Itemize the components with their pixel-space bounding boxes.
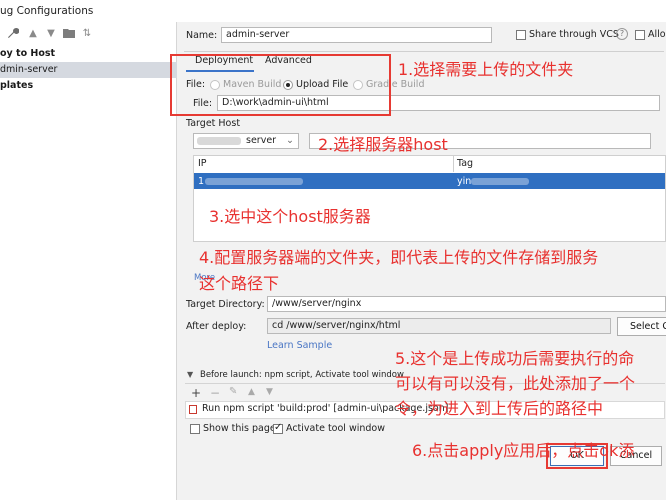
wrench-icon[interactable] xyxy=(6,27,20,41)
after-deploy-label: After deploy: xyxy=(186,321,247,332)
move-up-task-icon[interactable]: ▲ xyxy=(248,387,255,397)
target-directory-label: Target Directory: xyxy=(186,299,265,310)
chevron-down-icon: ⌄ xyxy=(286,135,294,146)
remove-icon[interactable]: − xyxy=(210,386,220,400)
column-divider xyxy=(453,156,454,172)
learn-sample-link[interactable]: Learn Sample xyxy=(267,340,332,351)
select-command-button[interactable]: Select C xyxy=(617,317,666,336)
share-vcs-checkbox[interactable] xyxy=(516,30,526,40)
activate-tool-window-label: Activate tool window xyxy=(286,423,386,434)
annotation-box-file xyxy=(170,54,391,116)
target-host-label: Target Host xyxy=(186,118,241,129)
annotation-step-5-line3: 令，为进入到上传后的路径中 xyxy=(395,399,604,418)
column-ip[interactable]: IP xyxy=(198,158,207,169)
tree-toolbar: ▲ ▼ ⇅ xyxy=(0,27,177,43)
share-vcs-label: Share through VCS xyxy=(529,29,619,40)
sort-icon[interactable]: ⇅ xyxy=(80,27,94,41)
move-down-icon[interactable]: ▼ xyxy=(44,27,58,41)
activate-tool-window-checkbox[interactable] xyxy=(273,422,283,434)
redacted-host-name xyxy=(197,137,241,145)
column-tag[interactable]: Tag xyxy=(457,158,473,169)
annotation-step-4-line1: 4.配置服务器端的文件夹，即代表上传的文件存储到服务 xyxy=(199,248,599,267)
name-label: Name: xyxy=(186,30,218,41)
tree-item-deploy-to-host[interactable]: oy to Host xyxy=(0,46,177,62)
show-page-checkbox[interactable] xyxy=(190,424,200,434)
tree-item-admin-server[interactable]: dmin-server xyxy=(0,62,177,78)
after-deploy-input[interactable]: cd /www/server/nginx/html xyxy=(267,318,611,334)
help-icon[interactable]: ? xyxy=(616,28,628,40)
annotation-step-2: 2.选择服务器host xyxy=(318,135,448,154)
npm-icon xyxy=(189,405,197,414)
annotation-step-6: 6.点击apply应用后，点击ok添 xyxy=(412,441,635,460)
add-icon[interactable]: + xyxy=(191,386,201,400)
annotation-step-3: 3.选中这个host服务器 xyxy=(209,207,371,226)
show-page-label: Show this page xyxy=(203,423,276,434)
host-select-value: server xyxy=(246,135,277,146)
annotation-step-5-line1: 5.这个是上传成功后需要执行的命 xyxy=(395,349,635,368)
before-launch-title: Before launch: npm script, Activate tool… xyxy=(200,370,404,380)
row-tag: yin xyxy=(457,176,472,187)
tab-divider xyxy=(184,51,664,52)
annotation-step-4-line2: 这个路径下 xyxy=(199,274,280,293)
move-down-task-icon[interactable]: ▼ xyxy=(266,387,273,397)
move-up-icon[interactable]: ▲ xyxy=(26,27,40,41)
collapse-icon[interactable]: ▼ xyxy=(187,370,193,379)
annotation-step-5-line2: 可以有可以没有，此处添加了一个 xyxy=(395,374,636,393)
allow-parallel-label: Allow xyxy=(648,29,666,40)
target-directory-input[interactable]: /www/server/nginx xyxy=(267,296,666,312)
edit-icon[interactable]: ✎ xyxy=(229,386,237,397)
tree-item-templates[interactable]: plates xyxy=(0,78,177,94)
host-table xyxy=(193,155,666,242)
allow-parallel-checkbox[interactable] xyxy=(635,30,645,40)
window-title: ug Configurations xyxy=(0,5,94,17)
annotation-step-1: 1.选择需要上传的文件夹 xyxy=(398,60,574,79)
redacted-tag xyxy=(471,178,529,185)
folder-icon[interactable] xyxy=(62,27,76,41)
redacted-ip xyxy=(205,178,303,185)
name-input[interactable]: admin-server xyxy=(221,27,492,43)
row-ip: 1 xyxy=(198,176,205,187)
title-bar: ug Configurations xyxy=(0,0,666,22)
